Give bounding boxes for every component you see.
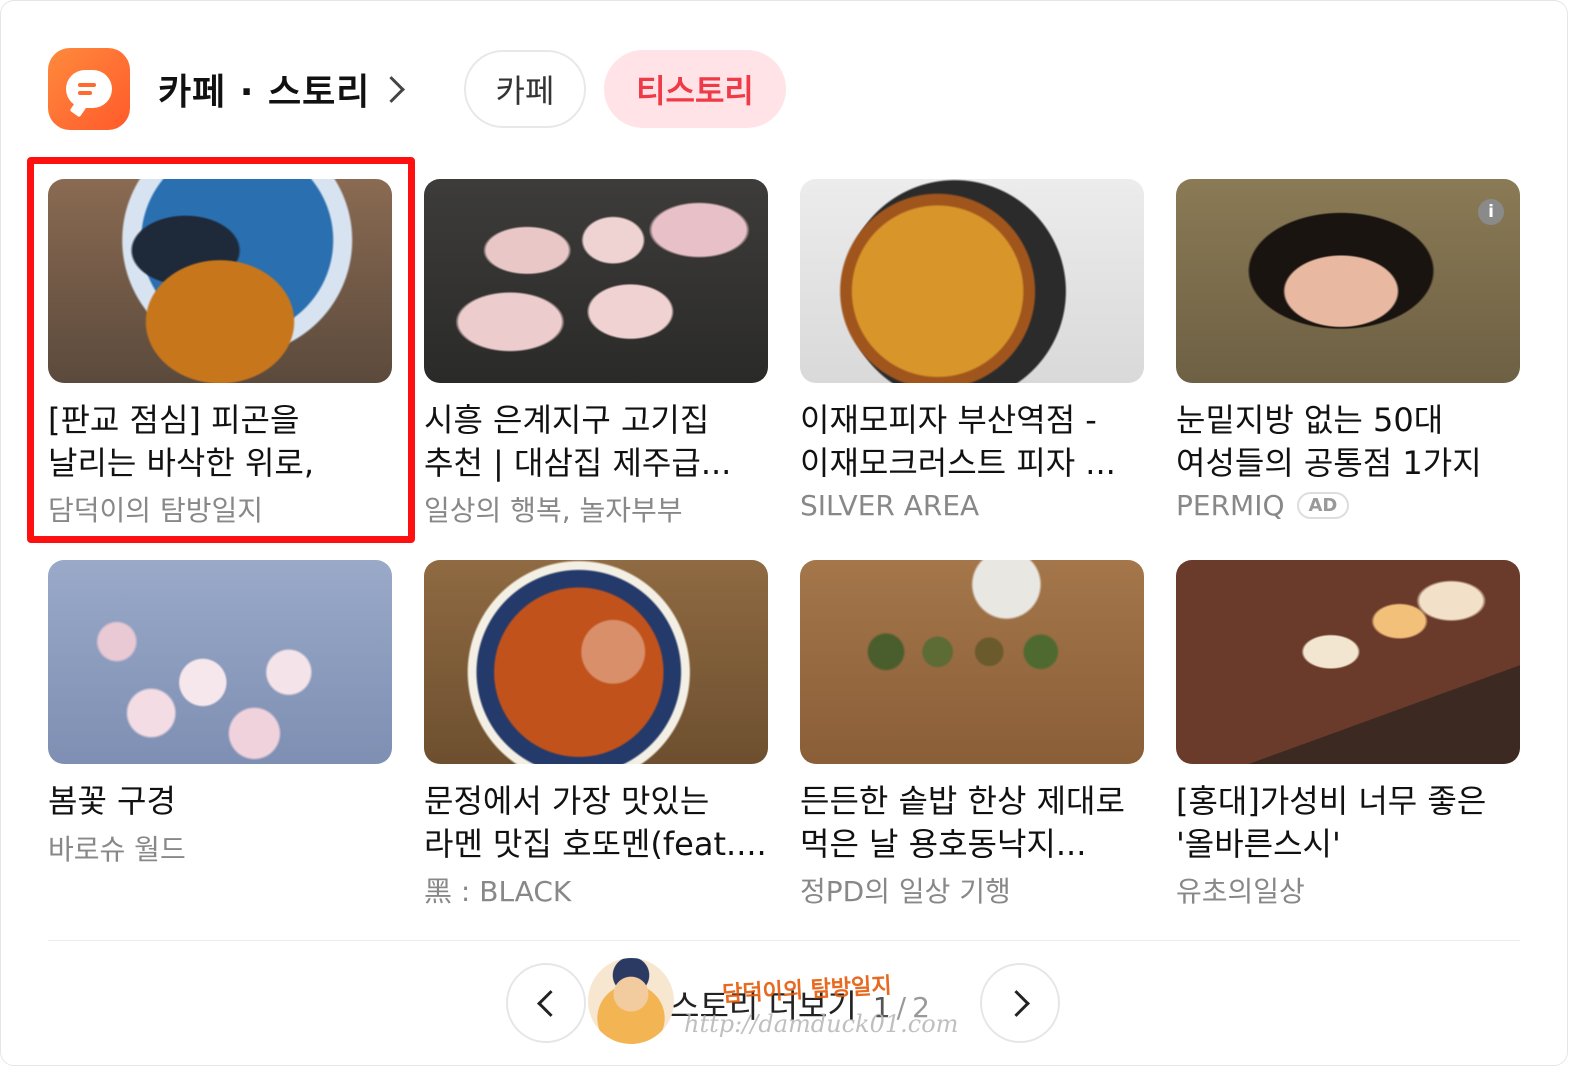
chat-bubble-icon[interactable]	[48, 48, 130, 130]
story-card[interactable]: 든든한 솥밥 한상 제대로 먹은 날 용호동낙지... 정PD의 일상 기행	[800, 560, 1144, 910]
thumbnail-image[interactable]	[800, 560, 1144, 764]
next-page-button[interactable]	[980, 963, 1060, 1043]
watermark-avatar	[588, 958, 674, 1044]
card-title[interactable]: 봄꽃 구경	[48, 780, 392, 824]
watermark-url: http://damduck01.com	[684, 1010, 959, 1038]
ad-badge: AD	[1296, 492, 1350, 519]
card-source: 黑 : BLACK	[424, 875, 572, 908]
card-title[interactable]: 눈밑지방 없는 50대 여성들의 공통점 1가지	[1176, 399, 1520, 485]
chevron-right-icon	[1002, 989, 1030, 1017]
card-source: 일상의 행복, 놀자부부	[424, 494, 683, 527]
highlight-box	[27, 157, 415, 543]
card-title[interactable]: 든든한 솥밥 한상 제대로 먹은 날 용호동낙지...	[800, 780, 1144, 866]
card-title[interactable]: 문정에서 가장 맛있는 라멘 맛집 호또멘(feat....	[424, 780, 768, 866]
card-source: 정PD의 일상 기행	[800, 875, 1011, 908]
card-source: SILVER AREA	[800, 489, 980, 522]
thumbnail-image[interactable]	[1176, 560, 1520, 764]
tab-tistory[interactable]: 티스토리	[604, 50, 786, 128]
card-title[interactable]: 이재모피자 부산역점 - 이재모크러스트 피자 ...	[800, 399, 1144, 485]
story-card[interactable]: [홍대]가성비 너무 좋은 '올바른스시' 유초의일상	[1176, 560, 1520, 910]
card-title[interactable]: [홍대]가성비 너무 좋은 '올바른스시'	[1176, 780, 1520, 866]
section-header: 카페 · 스토리	[48, 48, 406, 130]
chevron-right-icon[interactable]	[378, 75, 406, 103]
info-icon[interactable]: i	[1478, 199, 1504, 225]
card-source: 유초의일상	[1176, 875, 1305, 908]
card-source: 바로슈 월드	[48, 833, 186, 866]
tab-cafe[interactable]: 카페	[464, 50, 586, 128]
story-card[interactable]: 시흥 은계지구 고기집 추천 | 대삼집 제주급... 일상의 행복, 놀자부부	[424, 179, 768, 529]
story-card[interactable]: 문정에서 가장 맛있는 라멘 맛집 호또멘(feat.... 黑 : BLACK	[424, 560, 768, 910]
story-card[interactable]: 이재모피자 부산역점 - 이재모크러스트 피자 ... SILVER AREA	[800, 179, 1144, 522]
ad-card[interactable]: i 눈밑지방 없는 50대 여성들의 공통점 1가지 PERMIQ AD	[1176, 179, 1520, 522]
prev-page-button[interactable]	[506, 963, 586, 1043]
card-title[interactable]: 시흥 은계지구 고기집 추천 | 대삼집 제주급...	[424, 399, 768, 485]
divider	[48, 940, 1520, 941]
thumbnail-image[interactable]	[48, 560, 392, 764]
section-title[interactable]: 카페 · 스토리	[158, 63, 370, 115]
thumbnail-image[interactable]	[424, 560, 768, 764]
thumbnail-image[interactable]	[800, 179, 1144, 383]
thumbnail-image[interactable]: i	[1176, 179, 1520, 383]
chevron-left-icon	[536, 989, 564, 1017]
thumbnail-image[interactable]	[424, 179, 768, 383]
card-source: PERMIQ	[1176, 489, 1285, 522]
story-card[interactable]: 봄꽃 구경 바로슈 월드	[48, 560, 392, 868]
